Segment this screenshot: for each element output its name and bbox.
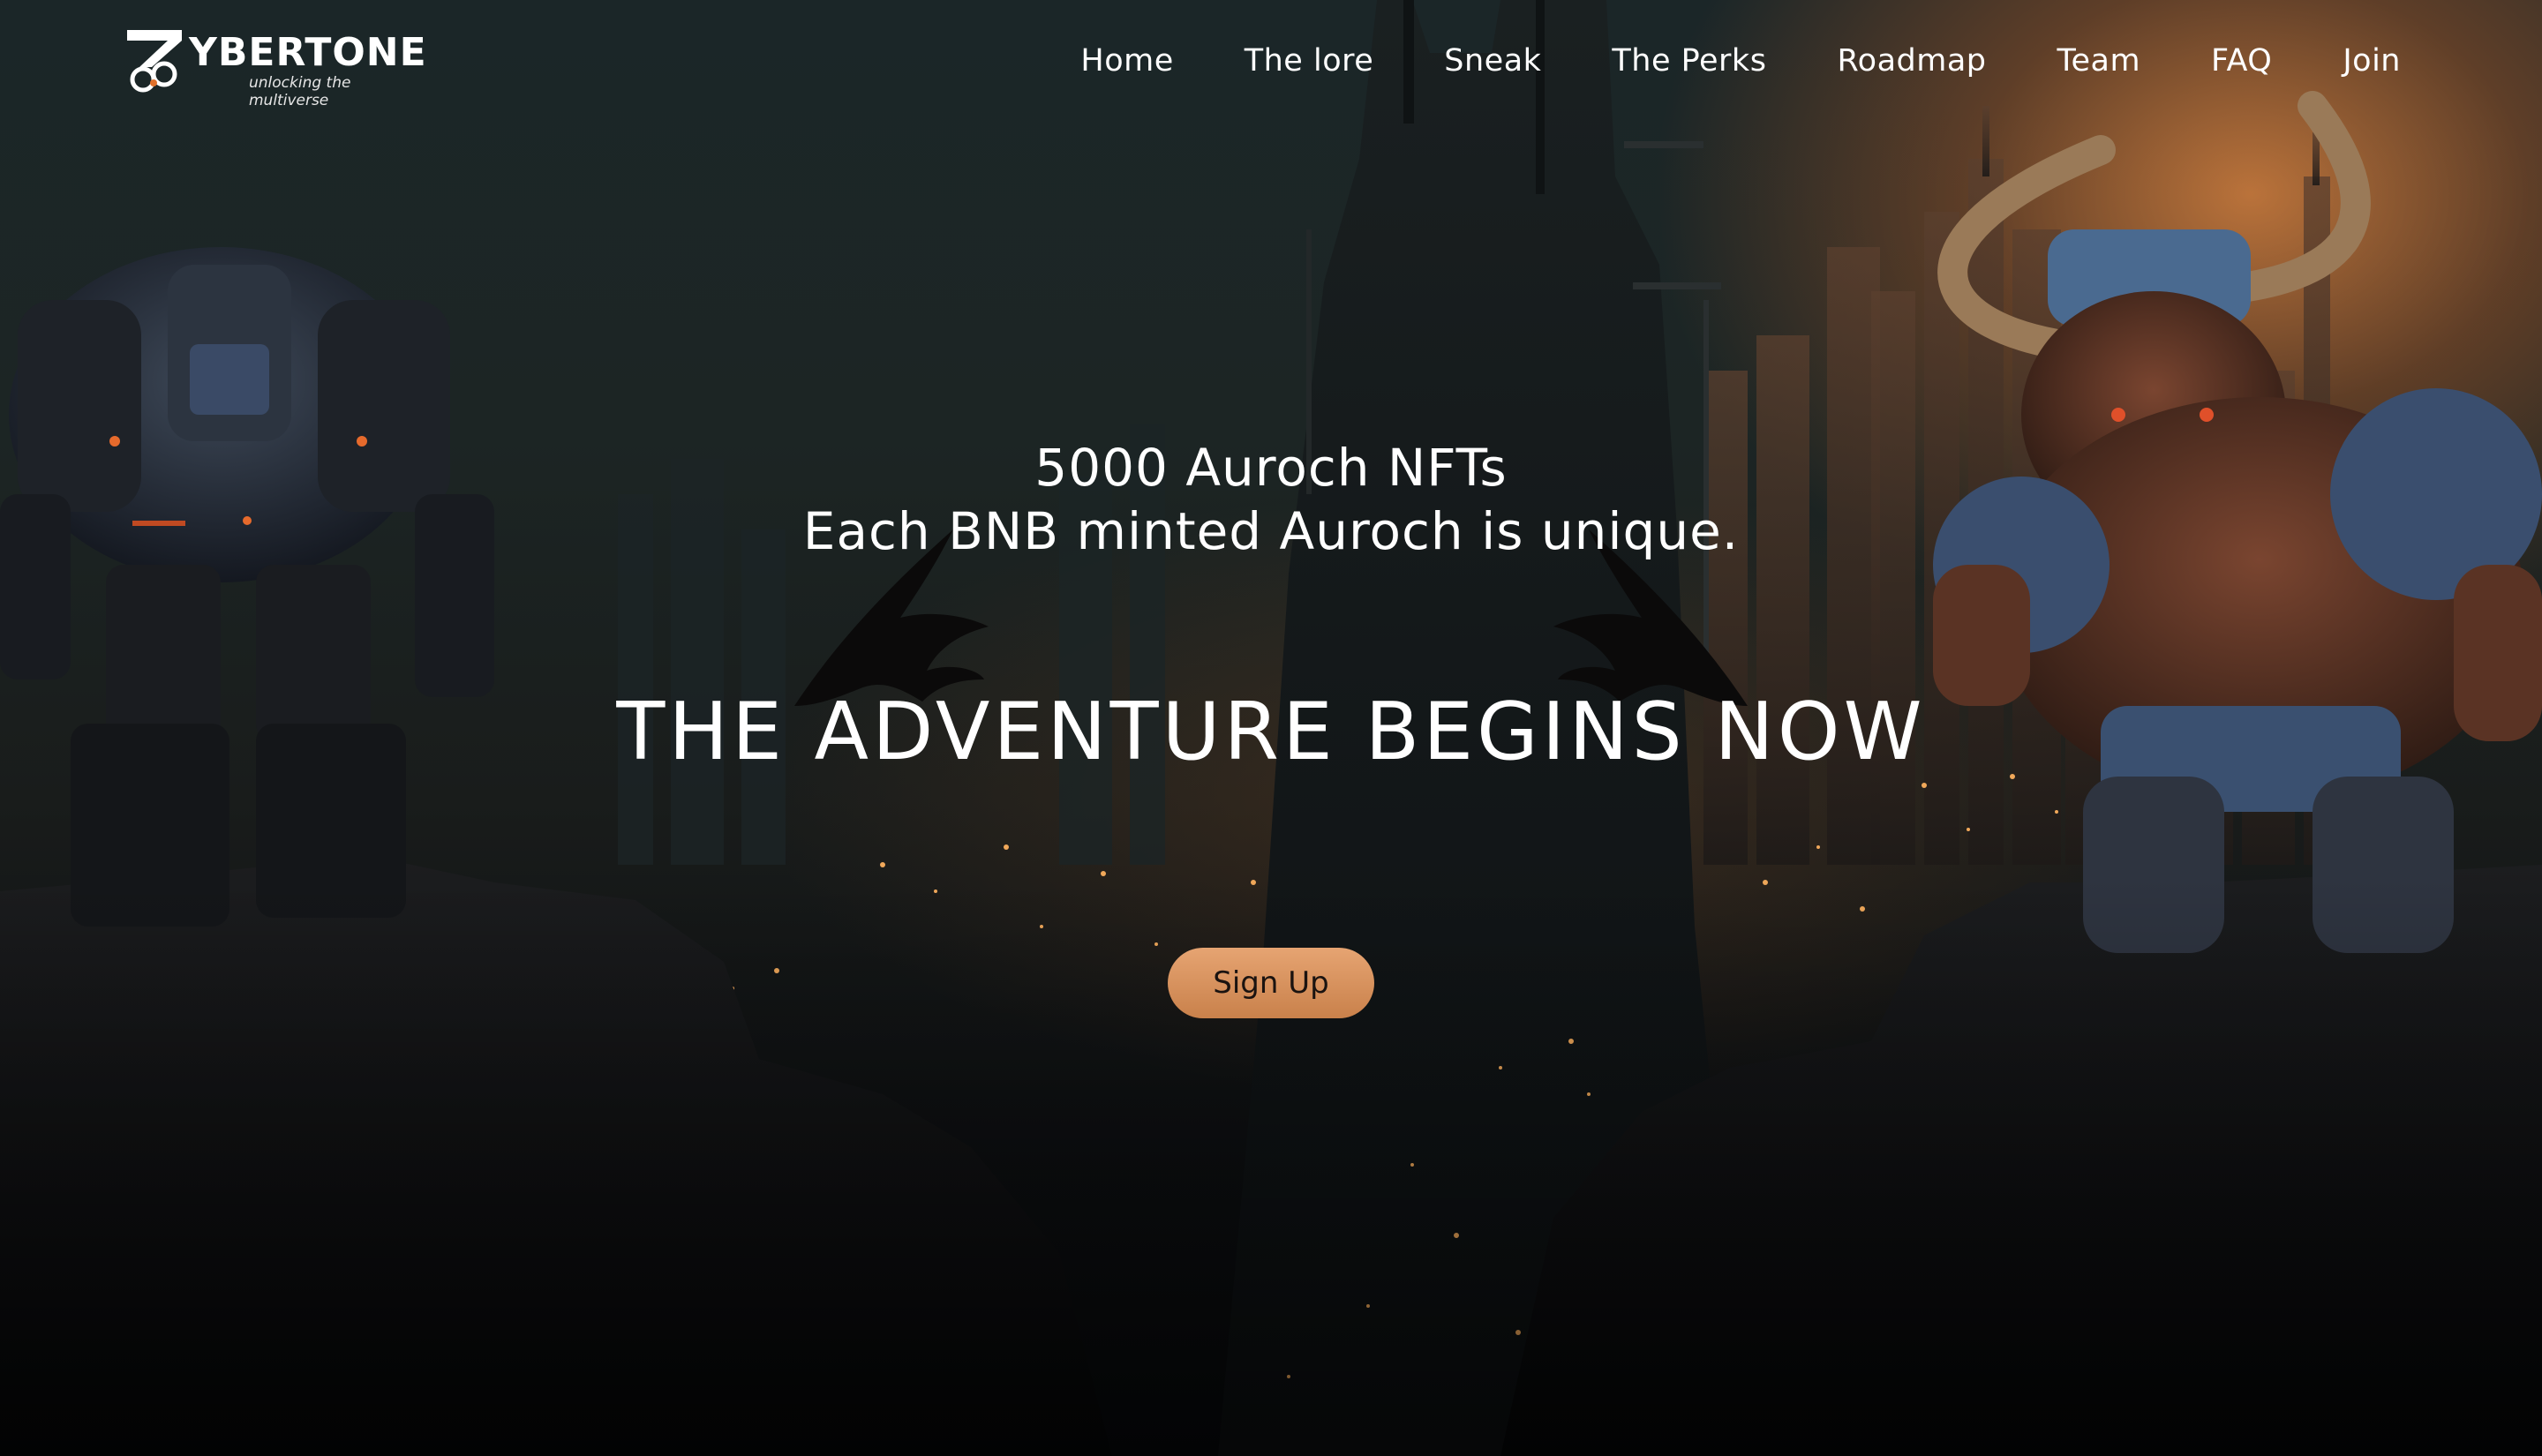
main-nav: Home The lore Sneak The Perks Roadmap Te… [1080,39,2401,83]
nav-item-faq[interactable]: FAQ [2211,39,2272,83]
hero-headline: THE ADVENTURE BEGINS NOW [616,686,1926,778]
nav-item-home[interactable]: Home [1080,39,1173,83]
brand-logo[interactable]: YBERTONE unlocking the multiverse [125,28,434,109]
brand-name: YBERTONE [189,30,427,75]
hero-stage: YBERTONE unlocking the multiverse Home T… [0,0,2542,1456]
left-cliff [0,856,1112,1456]
nav-item-sneak[interactable]: Sneak [1444,39,1541,83]
nav-item-roadmap[interactable]: Roadmap [1837,39,1986,83]
sign-up-button[interactable]: Sign Up [1168,948,1374,1018]
hero-line-2: Each BNB minted Auroch is unique. [802,501,1740,561]
nav-item-join[interactable]: Join [2343,39,2401,83]
hero-subtitle: 5000 Auroch NFTs Each BNB minted Auroch … [0,436,2542,563]
nav-item-perks[interactable]: The Perks [1612,39,1766,83]
brand-tagline: unlocking the multiverse [249,74,351,109]
nav-item-lore[interactable]: The lore [1245,39,1374,83]
cybertone-logo-mark-icon [127,30,182,93]
robot-mech-icon [0,247,494,927]
nav-item-team[interactable]: Team [2057,39,2141,83]
hero-line-1: 5000 Auroch NFTs [1034,438,1508,498]
